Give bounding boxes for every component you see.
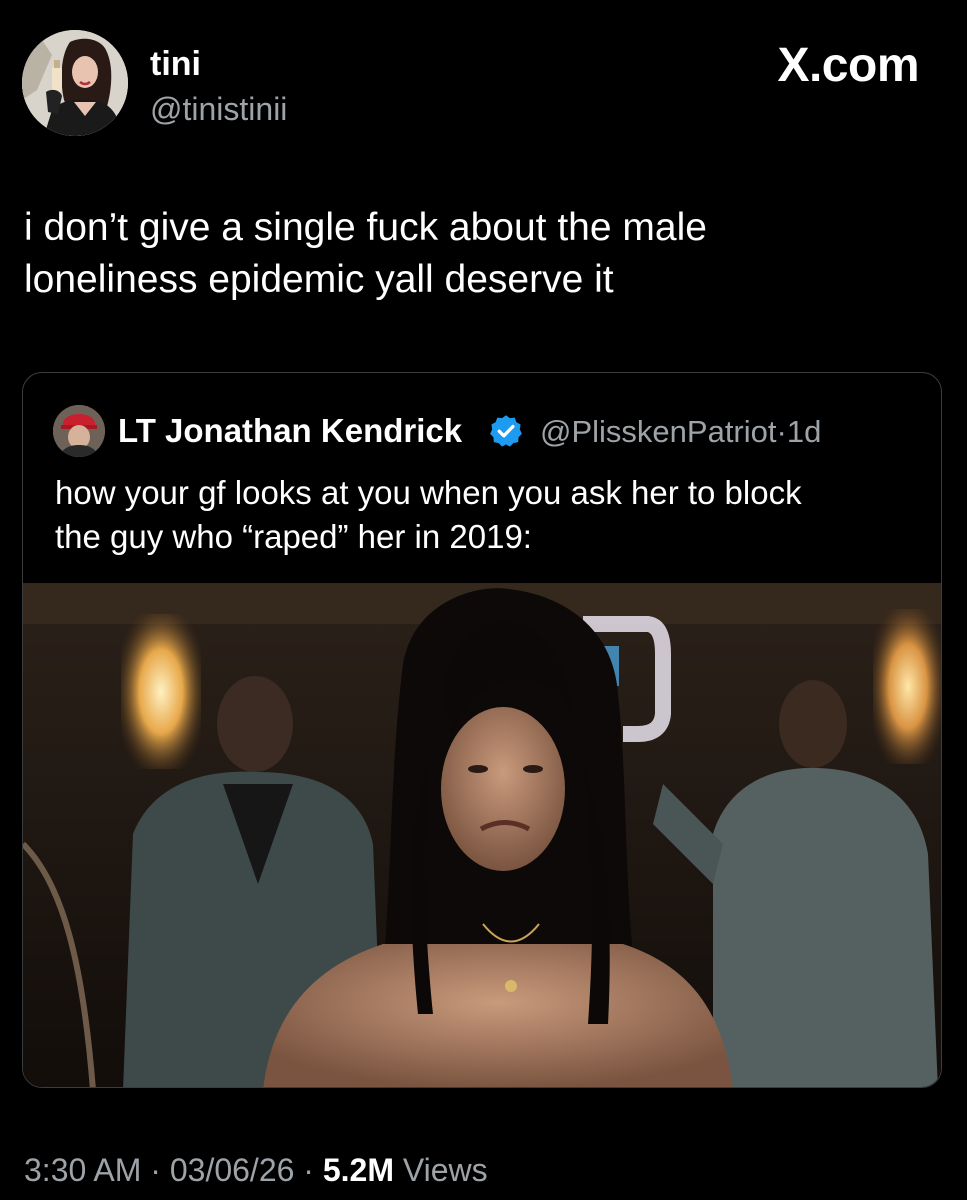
meta-separator: · [776,414,787,449]
media-photo [23,584,941,1087]
brand-label: X.com [777,39,919,92]
quoted-tweet-text-line-2: the guy who “raped” her in 2019: [55,518,532,555]
quoted-author-meta: @PlisskenPatriot·1d [540,412,821,452]
quoted-tweet-media-image[interactable] [23,583,941,1087]
tweet-time[interactable]: 3:30 AM [24,1152,141,1188]
tweet-text: i don’t give a single fuck about the mal… [24,202,924,306]
meta-separator: · [150,1152,161,1188]
tweet-text-line-1: i don’t give a single fuck about the mal… [24,206,707,249]
tweet-page: tini @tinistinii X.com i don’t give a si… [0,0,967,1200]
author-handle[interactable]: @tinistinii [150,90,287,128]
quoted-author-avatar[interactable] [53,405,105,457]
tweet-meta-row: 3:30 AM · 03/06/26 · 5.2M Views [24,1150,488,1190]
verified-badge-icon [490,415,522,447]
views-count: 5.2M [322,1152,394,1188]
avatar-illustration-icon [22,30,128,136]
author-display-name[interactable]: tini [150,44,201,84]
quoted-tweet-text-line-1: how your gf looks at you when you ask he… [55,474,802,511]
quoted-tweet-text: how your gf looks at you when you ask he… [55,471,915,559]
quoted-author-display-name[interactable]: LT Jonathan Kendrick [118,411,462,451]
tweet-date[interactable]: 03/06/26 [170,1152,295,1188]
tweet-text-line-2: loneliness epidemic yall deserve it [24,258,614,301]
author-avatar[interactable] [22,30,128,136]
quoted-tweet-age[interactable]: 1d [787,414,821,449]
meta-separator: · [303,1152,314,1188]
views-label: Views [402,1152,488,1188]
quoted-author-handle[interactable]: @PlisskenPatriot [540,414,777,449]
quoted-avatar-illustration-icon [53,405,105,457]
quoted-tweet-card[interactable]: LT Jonathan Kendrick @PlisskenPatriot·1d… [22,372,942,1088]
